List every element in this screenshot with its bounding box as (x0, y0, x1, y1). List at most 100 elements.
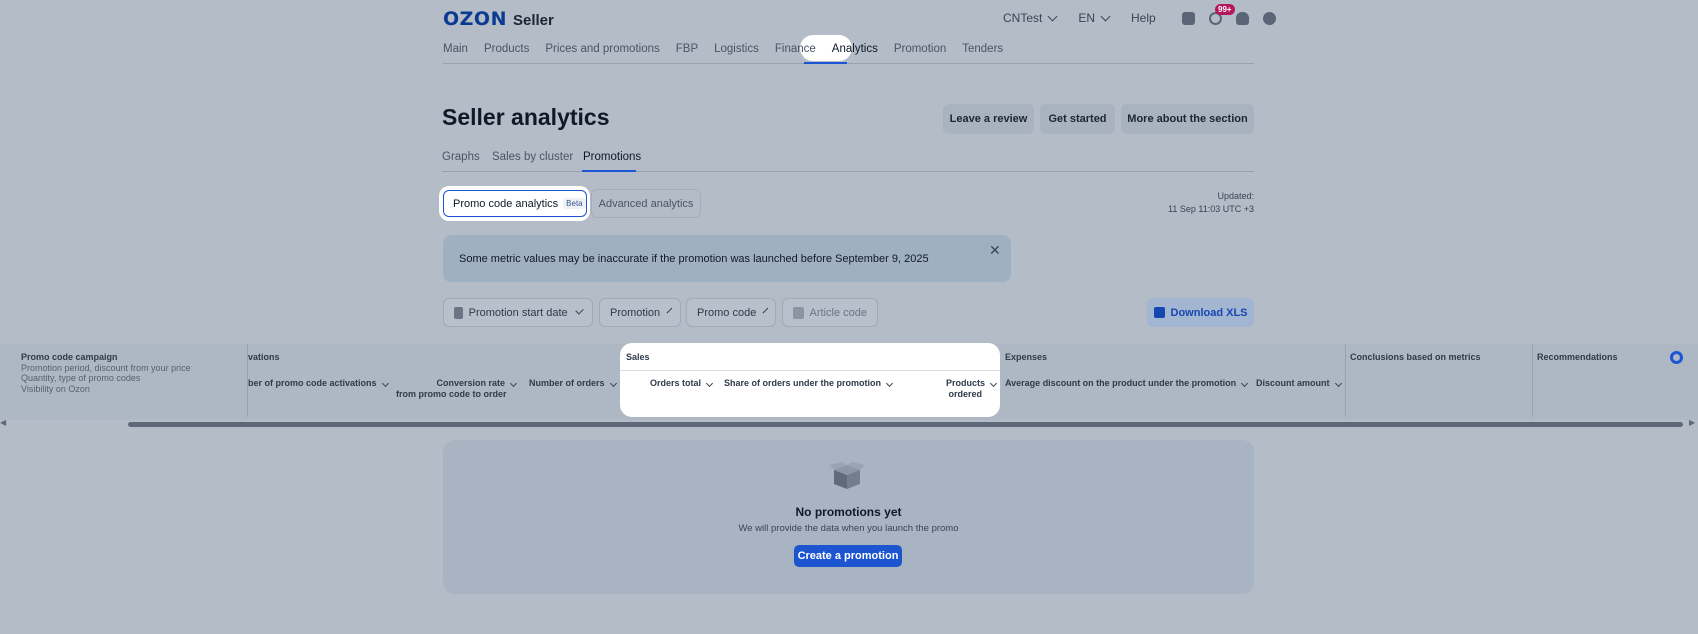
chevron-down-icon (885, 379, 894, 388)
chevron-down-icon (762, 307, 769, 314)
empty-box-icon (829, 462, 865, 489)
article-icon (793, 306, 804, 319)
nav-item-products[interactable]: Products (484, 43, 529, 55)
column-label: Products (945, 378, 985, 388)
help-link[interactable]: Help (1131, 11, 1156, 25)
bell-icon[interactable] (1235, 11, 1249, 25)
chevron-down-icon (989, 379, 998, 388)
filter-label: Article code (809, 306, 867, 319)
empty-state-subtitle: We will provide the data when you launch… (738, 523, 959, 534)
group-sales: Sales (626, 352, 650, 362)
group-recommendations: Recommendations (1537, 352, 1618, 362)
promo-code-filter[interactable]: Promo code (686, 298, 776, 327)
column-divider (1532, 344, 1533, 417)
group-conclusions: Conclusions based on metrics (1350, 352, 1481, 362)
more-about-section-button[interactable]: More about the section (1121, 104, 1254, 134)
column-label: Discount amount (1256, 378, 1330, 388)
ozon-seller-logo[interactable]: OZON Seller (443, 8, 554, 30)
info-banner: Some metric values may be inaccurate if … (443, 235, 1011, 282)
horizontal-scrollbar[interactable] (128, 422, 1683, 427)
nav-item-tenders[interactable]: Tenders (962, 43, 1003, 55)
column-conversion-rate[interactable]: Conversion rate from promo code to order (396, 378, 518, 400)
empty-state-title: No promotions yet (795, 505, 902, 519)
campaign-line: Quantity, type of promo codes (21, 373, 141, 383)
column-divider (1345, 344, 1346, 417)
language-code: EN (1078, 11, 1096, 25)
column-label: Orders total (650, 378, 702, 388)
account-dropdown[interactable]: CNTest (1003, 11, 1058, 25)
language-dropdown[interactable]: EN (1078, 11, 1111, 25)
chevron-down-icon (509, 379, 518, 388)
nav-item-main[interactable]: Main (443, 43, 468, 55)
calendar-icon (454, 306, 463, 319)
chevron-down-icon (666, 307, 673, 314)
nav-item-logistics[interactable]: Logistics (714, 43, 759, 55)
column-label: Average discount on the product under th… (1005, 378, 1237, 388)
tab-promotions[interactable]: Promotions (583, 151, 641, 163)
column-orders-total[interactable]: Orders total (650, 378, 714, 389)
filter-label: Promotion start date (468, 306, 568, 319)
nav-item-prices-and-promotions[interactable]: Prices and promotions (545, 43, 659, 55)
promo-code-analytics-tab[interactable]: Promo code analytics Beta (443, 190, 587, 217)
column-activations[interactable]: ber of promo code activations (248, 378, 389, 389)
download-xls-button[interactable]: Download XLS (1147, 298, 1254, 327)
subtab-divider (442, 171, 1254, 172)
nav-item-finance[interactable]: Finance (775, 43, 816, 55)
account-name: CNTest (1003, 11, 1043, 25)
download-label: Download XLS (1170, 306, 1248, 319)
gear-icon[interactable] (1670, 351, 1683, 364)
updated-info: Updated: 11 Sep 11:03 UTC +3 (1168, 190, 1254, 216)
logo-product: Seller (512, 12, 554, 29)
get-started-button[interactable]: Get started (1040, 104, 1115, 134)
group-activations: vations (248, 352, 280, 362)
chevron-down-icon (574, 306, 584, 315)
column-discount-amount[interactable]: Discount amount (1256, 378, 1342, 389)
tab-sales-by-cluster[interactable]: Sales by cluster (492, 151, 573, 163)
column-label: Conversion rate (436, 378, 505, 388)
updated-value: 11 Sep 11:03 UTC +3 (1168, 204, 1254, 214)
chevron-down-icon (1241, 379, 1249, 388)
column-average-discount[interactable]: Average discount on the product under th… (1005, 378, 1249, 389)
tab-graphs[interactable]: Graphs (442, 151, 480, 163)
chevron-down-icon (609, 379, 617, 388)
promo-code-campaign-header: Promo code campaign Promotion period, di… (21, 352, 191, 394)
beta-badge: Beta (563, 198, 586, 209)
sales-divider (620, 370, 1000, 371)
main-nav: Main Products Prices and promotions FBP … (443, 43, 1003, 55)
group-expenses: Expenses (1005, 352, 1048, 362)
profile-icon[interactable] (1262, 11, 1276, 25)
column-share-of-orders[interactable]: Share of orders under the promotion (724, 378, 894, 389)
updated-label: Updated: (1217, 191, 1254, 201)
nav-item-analytics[interactable]: Analytics (832, 43, 878, 55)
advanced-analytics-tab[interactable]: Advanced analytics (591, 189, 701, 218)
chevron-down-icon (1047, 11, 1058, 21)
chevron-down-icon (381, 379, 389, 388)
chat-icon[interactable] (1181, 11, 1195, 25)
logo-brand: OZON (443, 8, 507, 30)
scroll-right-icon[interactable]: ▶ (1689, 418, 1695, 427)
leave-review-button[interactable]: Leave a review (943, 104, 1034, 134)
column-number-of-orders[interactable]: Number of orders (529, 378, 617, 389)
article-code-filter[interactable]: Article code (782, 298, 878, 327)
nav-divider (443, 63, 1254, 64)
column-label: Share of orders under the promotion (724, 378, 882, 388)
promotion-start-date-filter[interactable]: Promotion start date (443, 298, 593, 327)
column-label-sub: ordered (948, 389, 982, 399)
filter-label: Promotion (610, 306, 661, 319)
campaign-line: Promotion period, discount from your pri… (21, 362, 191, 373)
subtab-active-indicator (582, 170, 636, 172)
chevron-down-icon (705, 379, 714, 388)
chevron-down-icon (1334, 379, 1342, 388)
nav-item-fbp[interactable]: FBP (676, 43, 698, 55)
close-icon[interactable]: ✕ (989, 242, 1001, 259)
campaign-line: Visibility on Ozon (21, 383, 90, 394)
column-label: ber of promo code activations (248, 378, 377, 388)
column-products-ordered[interactable]: Products ordered (930, 378, 998, 400)
promotion-filter[interactable]: Promotion (599, 298, 681, 327)
campaign-title: Promo code campaign (21, 352, 118, 362)
download-icon (1153, 307, 1165, 318)
create-promotion-button[interactable]: Create a promotion (794, 545, 902, 567)
nav-item-promotion[interactable]: Promotion (894, 43, 946, 55)
scroll-left-icon[interactable]: ◀ (0, 418, 6, 427)
header-right: CNTest EN Help (1003, 10, 1276, 26)
